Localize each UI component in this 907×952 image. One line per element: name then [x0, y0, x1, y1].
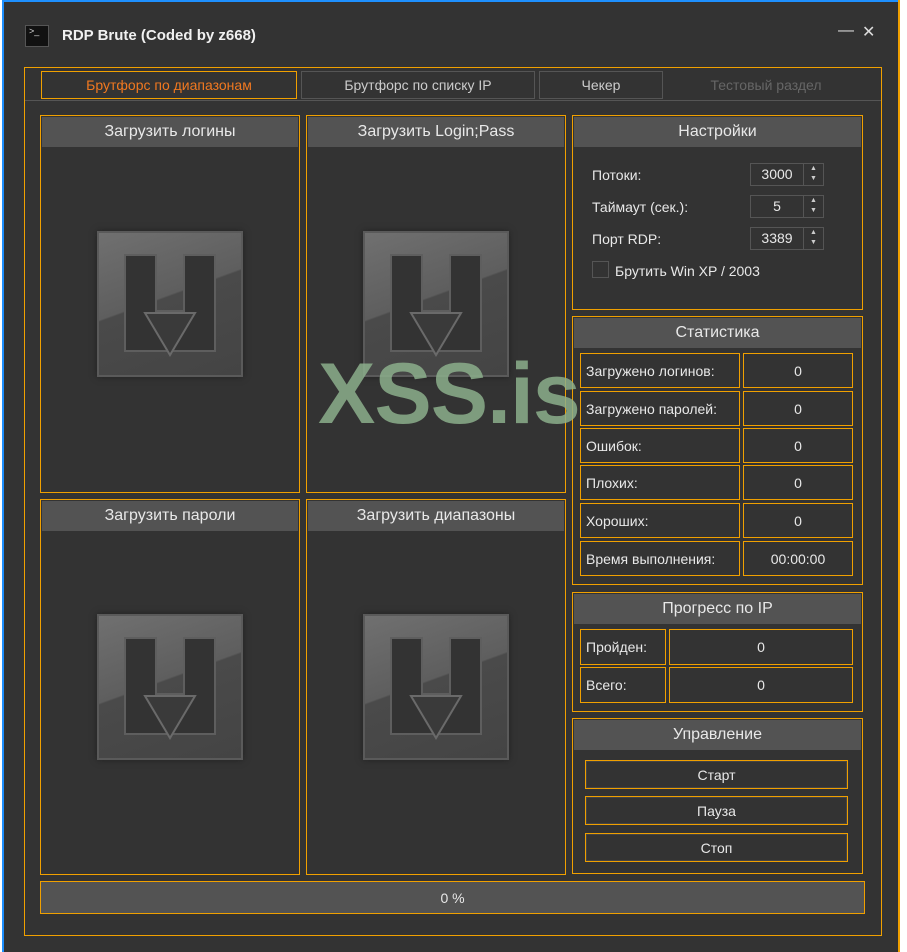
rdp-port-label: Порт RDP: — [592, 231, 662, 247]
spin-arrows-icon[interactable]: ▲ ▼ — [803, 196, 823, 217]
tab-ip-list-brute[interactable]: Брутфорс по списку IP — [301, 71, 535, 99]
rdp-port-spinner[interactable]: 3389 ▲ ▼ — [750, 227, 824, 250]
watermark: XSS.is — [318, 346, 581, 442]
stat-label: Загружено паролей: — [580, 391, 740, 426]
winxp-checkbox[interactable] — [592, 261, 609, 278]
stat-value: 0 — [743, 391, 853, 426]
tab-range-brute[interactable]: Брутфорс по диапазонам — [41, 71, 297, 99]
load-logins-panel[interactable]: Загрузить логины — [40, 115, 300, 493]
minimize-button[interactable]: — — [838, 22, 854, 40]
panel-header: Загрузить пароли — [42, 501, 298, 531]
window-title: RDP Brute (Coded by z668) — [62, 27, 256, 44]
control-header: Управление — [574, 720, 861, 750]
threads-label: Потоки: — [592, 167, 642, 183]
total-value: 0 — [669, 667, 853, 703]
panel-header: Загрузить логины — [42, 117, 298, 147]
panel-header: Загрузить диапазоны — [308, 501, 564, 531]
passed-label: Пройден: — [580, 629, 666, 665]
load-passwords-panel[interactable]: Загрузить пароли — [40, 499, 300, 875]
passed-value: 0 — [669, 629, 853, 665]
stat-label: Ошибок: — [580, 428, 740, 463]
timeout-value[interactable]: 5 — [751, 196, 803, 217]
spin-arrows-icon[interactable]: ▲ ▼ — [803, 164, 823, 185]
timeout-spinner[interactable]: 5 ▲ ▼ — [750, 195, 824, 218]
winxp-label: Брутить Win XP / 2003 — [615, 263, 760, 279]
stat-label: Хороших: — [580, 503, 740, 538]
download-icon[interactable] — [97, 614, 243, 760]
pause-button[interactable]: Пауза — [585, 796, 848, 825]
background-window-right — [898, 0, 907, 952]
stat-label: Загружено логинов: — [580, 353, 740, 388]
stat-value: 0 — [743, 428, 853, 463]
terminal-icon: >_ — [25, 25, 49, 47]
load-ranges-panel[interactable]: Загрузить диапазоны — [306, 499, 566, 875]
total-label: Всего: — [580, 667, 666, 703]
stat-value: 0 — [743, 503, 853, 538]
settings-header: Настройки — [574, 117, 861, 147]
start-button[interactable]: Старт — [585, 760, 848, 789]
stat-value: 0 — [743, 465, 853, 500]
download-icon[interactable] — [97, 231, 243, 377]
progress-text: 0 % — [440, 889, 465, 906]
threads-spinner[interactable]: 3000 ▲ ▼ — [750, 163, 824, 186]
threads-value[interactable]: 3000 — [751, 164, 803, 185]
stat-value: 00:00:00 — [743, 541, 853, 576]
progress-bar: 0 % — [40, 881, 865, 914]
timeout-label: Таймаут (сек.): — [592, 199, 689, 215]
statistics-header: Статистика — [574, 318, 861, 348]
download-icon[interactable] — [363, 614, 509, 760]
ip-progress-header: Прогресс по IP — [574, 594, 861, 624]
tab-divider — [25, 100, 881, 101]
tab-checker[interactable]: Чекер — [539, 71, 663, 99]
stop-button[interactable]: Стоп — [585, 833, 848, 862]
stat-label: Время выполнения: — [580, 541, 740, 576]
stat-label: Плохих: — [580, 465, 740, 500]
close-button[interactable]: ✕ — [862, 22, 875, 42]
panel-header: Загрузить Login;Pass — [308, 117, 564, 147]
stat-value: 0 — [743, 353, 853, 388]
rdp-port-value[interactable]: 3389 — [751, 228, 803, 249]
tab-test-section: Тестовый раздел — [710, 77, 822, 93]
spin-arrows-icon[interactable]: ▲ ▼ — [803, 228, 823, 249]
